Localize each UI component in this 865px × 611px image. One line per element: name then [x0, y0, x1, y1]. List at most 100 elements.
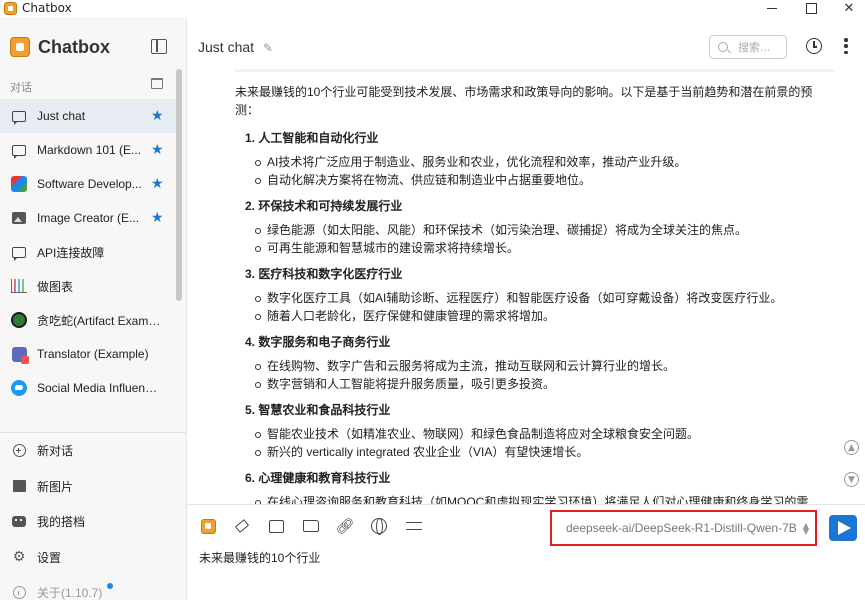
settings-button[interactable]: ⚙ 设置 — [0, 540, 186, 576]
nav-label: 关于(1.10.7) — [37, 586, 103, 601]
chat-item-image-creator[interactable]: Image Creator (E... ★ — [0, 201, 176, 235]
new-image-button[interactable]: 新图片 — [0, 469, 186, 505]
search-placeholder: 搜索... — [738, 41, 771, 54]
message-section: 4. 数字服务和电子商务行业 在线购物、数字广告和云服务将成为主流，推动互联网和… — [235, 333, 830, 393]
message-intro: 未来最赚钱的10个行业可能受到技术发展、市场需求和政策导向的影响。以下是基于当前… — [235, 85, 813, 117]
software-avatar-icon — [11, 176, 27, 192]
star-icon[interactable]: ★ — [151, 210, 164, 226]
image-icon — [11, 210, 27, 226]
edit-pencil-icon[interactable]: ✎ — [263, 41, 273, 55]
search-icon — [718, 42, 728, 52]
link-icon[interactable]: 🔗︎ — [335, 517, 354, 535]
composer: 🔗︎ deepseek-ai/DeepSeek-R1-Distill-Qwen-… — [187, 504, 865, 600]
section-bullet: 可再生能源和智慧城市的建设需求将持续增长。 — [255, 239, 830, 257]
star-icon[interactable]: ★ — [151, 142, 164, 158]
message-section: 1. 人工智能和自动化行业 AI技术将广泛应用于制造业、服务业和农业，优化流程和… — [235, 129, 830, 189]
send-button[interactable] — [829, 515, 857, 541]
chat-item-markdown-101[interactable]: Markdown 101 (E... ★ — [0, 133, 176, 167]
section-title: 1. 人工智能和自动化行业 — [245, 131, 379, 145]
chat-item-label: 贪吃蛇(Artifact Example) — [37, 313, 162, 328]
section-title: 4. 数字服务和电子商务行业 — [245, 335, 391, 349]
history-icon[interactable] — [806, 38, 822, 54]
chat-settings-icon[interactable] — [405, 517, 423, 535]
minimize-button[interactable] — [755, 0, 789, 17]
section-bullet: 绿色能源（如太阳能、风能）和环保技术（如污染治理、碳捕捉）将成为全球关注的焦点。 — [255, 221, 830, 239]
section-bullet: 智能农业技术（如精准农业、物联网）和绿色食品制造将应对全球粮食安全问题。 — [255, 425, 830, 443]
web-search-icon[interactable] — [370, 517, 388, 535]
maximize-button[interactable] — [794, 0, 828, 17]
chart-avatar-icon — [11, 278, 27, 294]
scroll-down-icon[interactable]: ▼ — [844, 472, 859, 487]
message-divider — [235, 69, 835, 72]
chat-item-api-error[interactable]: API连接故障 — [0, 235, 176, 269]
chat-item-label: Markdown 101 (E... — [37, 143, 142, 157]
chat-item-label: API连接故障 — [37, 245, 105, 260]
new-chat-button[interactable]: 新对话 — [0, 433, 186, 469]
assistant-message: 未来最赚钱的10个行业可能受到技术发展、市场需求和政策导向的影响。以下是基于当前… — [235, 83, 830, 504]
model-selector[interactable]: deepseek-ai/DeepSeek-R1-Distill-Qwen-7B … — [550, 510, 817, 546]
window-title: Chatbox — [22, 1, 72, 15]
star-icon[interactable]: ★ — [151, 176, 164, 192]
plus-circle-icon — [12, 444, 26, 458]
section-title: 6. 心理健康和教育科技行业 — [245, 471, 391, 485]
attach-image-icon[interactable] — [267, 517, 285, 535]
chat-item-software-developer[interactable]: Software Develop... ★ — [0, 167, 176, 201]
chat-header: Just chat ✎ 搜索... — [187, 17, 865, 69]
search-input[interactable]: 搜索... — [709, 35, 787, 59]
gear-icon: ⚙ — [12, 549, 26, 566]
star-icon[interactable]: ★ — [151, 108, 164, 124]
snake-avatar-icon — [11, 312, 27, 328]
model-name: deepseek-ai/DeepSeek-R1-Distill-Qwen-7B — [566, 521, 797, 535]
section-bullet: 新兴的 vertically integrated 农业企业（VIA）有望快速增… — [255, 443, 830, 461]
nav-label: 我的搭档 — [37, 515, 86, 530]
section-bullet: 数字化医疗工具（如AI辅助诊断、远程医疗）和智能医疗设备（如可穿戴设备）将改变医… — [255, 289, 830, 307]
section-bullet: AI技术将广泛应用于制造业、服务业和农业，优化流程和效率，推动产业升级。 — [255, 153, 830, 171]
attach-file-icon[interactable] — [302, 517, 320, 535]
section-bullet: 随着人口老龄化，医疗保健和健康管理的需求将增加。 — [255, 307, 830, 325]
chat-bubble-icon — [11, 142, 27, 159]
brand-name: Chatbox — [38, 36, 110, 57]
new-image-icon — [12, 479, 26, 493]
message-section: 3. 医疗科技和数字化医疗行业 数字化医疗工具（如AI辅助诊断、远程医疗）和智能… — [235, 265, 830, 325]
section-bullet: 数字营销和人工智能将提升服务质量，吸引更多投资。 — [255, 375, 830, 393]
chatbox-app-icon[interactable] — [199, 517, 217, 535]
chat-item-label: Image Creator (E... — [37, 211, 140, 225]
sidebar: Chatbox 对话 Just chat ★ Markdown 101 (E..… — [0, 17, 187, 600]
archive-icon[interactable] — [151, 78, 163, 89]
about-button[interactable]: 关于(1.10.7) — [0, 575, 186, 611]
sidebar-scrollbar[interactable] — [176, 69, 182, 301]
chevron-updown-icon: ▲ ▼ — [802, 521, 809, 536]
brand: Chatbox — [10, 36, 110, 58]
message-section: 5. 智慧农业和食品科技行业 智能农业技术（如精准农业、物联网）和绿色食品制造将… — [235, 401, 830, 461]
chat-item-label: Social Media Influence... — [37, 381, 162, 395]
eraser-icon[interactable] — [233, 517, 251, 535]
section-bullet: 在线心理咨询服务和教育科技（如MOOC和虚拟现实学习环境）将满足人们对心理健康和… — [255, 493, 830, 504]
chat-item-label: Just chat — [37, 109, 86, 123]
chat-item-just-chat[interactable]: Just chat ★ — [0, 99, 176, 133]
chat-title: Just chat — [198, 39, 255, 55]
robot-icon — [12, 515, 26, 529]
translator-avatar-icon — [11, 346, 29, 364]
chatbox-logo-icon — [10, 37, 30, 57]
close-window-button[interactable]: ✕ — [832, 0, 865, 17]
more-options-icon[interactable] — [844, 38, 848, 54]
chat-item-social-media[interactable]: Social Media Influence... — [0, 371, 176, 405]
chat-item-make-chart[interactable]: 做图表 — [0, 269, 176, 303]
app-logo-icon — [4, 2, 17, 15]
message-input[interactable]: 未来最赚钱的10个行业 — [199, 549, 320, 566]
scroll-up-icon[interactable]: ▲ — [844, 440, 859, 455]
chat-item-translator[interactable]: Translator (Example) — [0, 337, 176, 371]
chat-list: Just chat ★ Markdown 101 (E... ★ Softwar… — [0, 99, 176, 405]
chat-item-snake[interactable]: 贪吃蛇(Artifact Example) — [0, 303, 176, 337]
chat-item-label: 做图表 — [37, 279, 74, 294]
my-copilots-button[interactable]: 我的搭档 — [0, 504, 186, 540]
chat-item-label: Translator (Example) — [37, 347, 149, 361]
collapse-sidebar-icon[interactable] — [151, 39, 167, 54]
message-section: 2. 环保技术和可持续发展行业 绿色能源（如太阳能、风能）和环保技术（如污染治理… — [235, 197, 830, 257]
window-titlebar: Chatbox ✕ — [0, 0, 865, 17]
chat-item-label: Software Develop... — [37, 177, 142, 191]
info-icon — [12, 586, 26, 600]
twitter-avatar-icon — [11, 380, 27, 396]
section-bullet: 自动化解决方案将在物流、供应链和制造业中占据重要地位。 — [255, 171, 830, 189]
sidebar-nav: 新对话 新图片 我的搭档 ⚙ 设置 关于(1.10.7) — [0, 432, 186, 611]
